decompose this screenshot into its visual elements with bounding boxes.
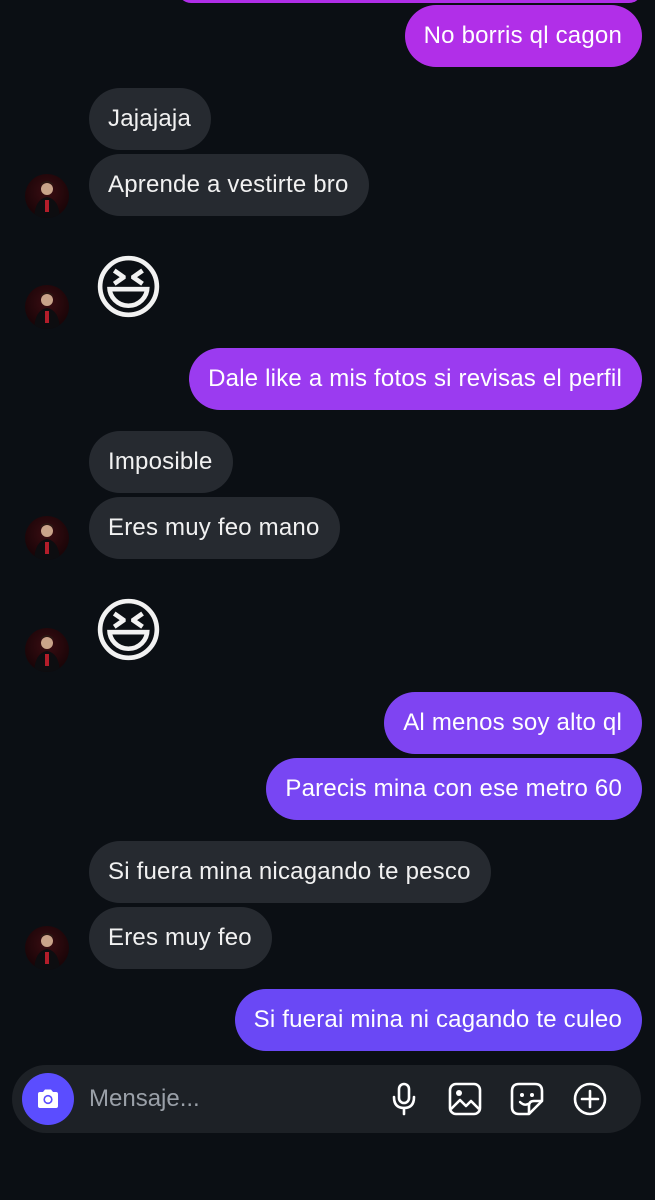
avatar[interactable] xyxy=(25,926,69,970)
microphone-icon xyxy=(392,1082,416,1116)
avatar[interactable] xyxy=(25,285,69,329)
message-input[interactable] xyxy=(89,1079,369,1119)
message-bubble-received[interactable]: Eres muy feo mano xyxy=(89,497,340,559)
message-bubble-received[interactable]: Si fuera mina nicagando te pesco xyxy=(89,841,491,903)
sticker-button[interactable] xyxy=(509,1081,545,1117)
camera-icon xyxy=(38,1089,58,1108)
message-bubble-received[interactable]: Eres muy feo xyxy=(89,907,272,969)
message-bubble-received[interactable]: Jajajaja xyxy=(89,88,211,150)
avatar-silhouette xyxy=(34,181,60,218)
image-icon xyxy=(448,1082,482,1116)
avatar-silhouette xyxy=(34,523,60,560)
previous-message-bubble[interactable] xyxy=(178,0,642,3)
plus-icon xyxy=(573,1082,607,1116)
laughing-emoji[interactable]: 😆 xyxy=(92,248,172,328)
message-bubble-sent[interactable]: Parecis mina con ese metro 60 xyxy=(266,758,642,820)
camera-button[interactable] xyxy=(22,1073,74,1125)
avatar-silhouette xyxy=(34,635,60,672)
avatar[interactable] xyxy=(25,628,69,672)
avatar-silhouette xyxy=(34,292,60,329)
laughing-emoji[interactable]: 😆 xyxy=(92,591,172,671)
message-bubble-sent[interactable]: Si fuerai mina ni cagando te culeo xyxy=(234,989,642,1051)
avatar[interactable] xyxy=(25,174,69,218)
avatar[interactable] xyxy=(25,516,69,560)
message-bubble-received[interactable]: Aprende a vestirte bro xyxy=(89,154,369,216)
microphone-button[interactable] xyxy=(386,1081,422,1117)
message-bubble-received[interactable]: Imposible xyxy=(89,431,233,493)
sticker-icon xyxy=(510,1082,544,1116)
avatar-silhouette xyxy=(34,933,60,970)
gallery-button[interactable] xyxy=(447,1081,483,1117)
message-bubble-sent[interactable]: Dale like a mis fotos si revisas el perf… xyxy=(189,348,642,410)
more-options-button[interactable] xyxy=(572,1081,608,1117)
message-composer xyxy=(12,1065,641,1133)
message-bubble-sent[interactable]: Al menos soy alto ql xyxy=(384,692,642,754)
message-bubble-sent[interactable]: No borris ql cagon xyxy=(404,5,642,67)
